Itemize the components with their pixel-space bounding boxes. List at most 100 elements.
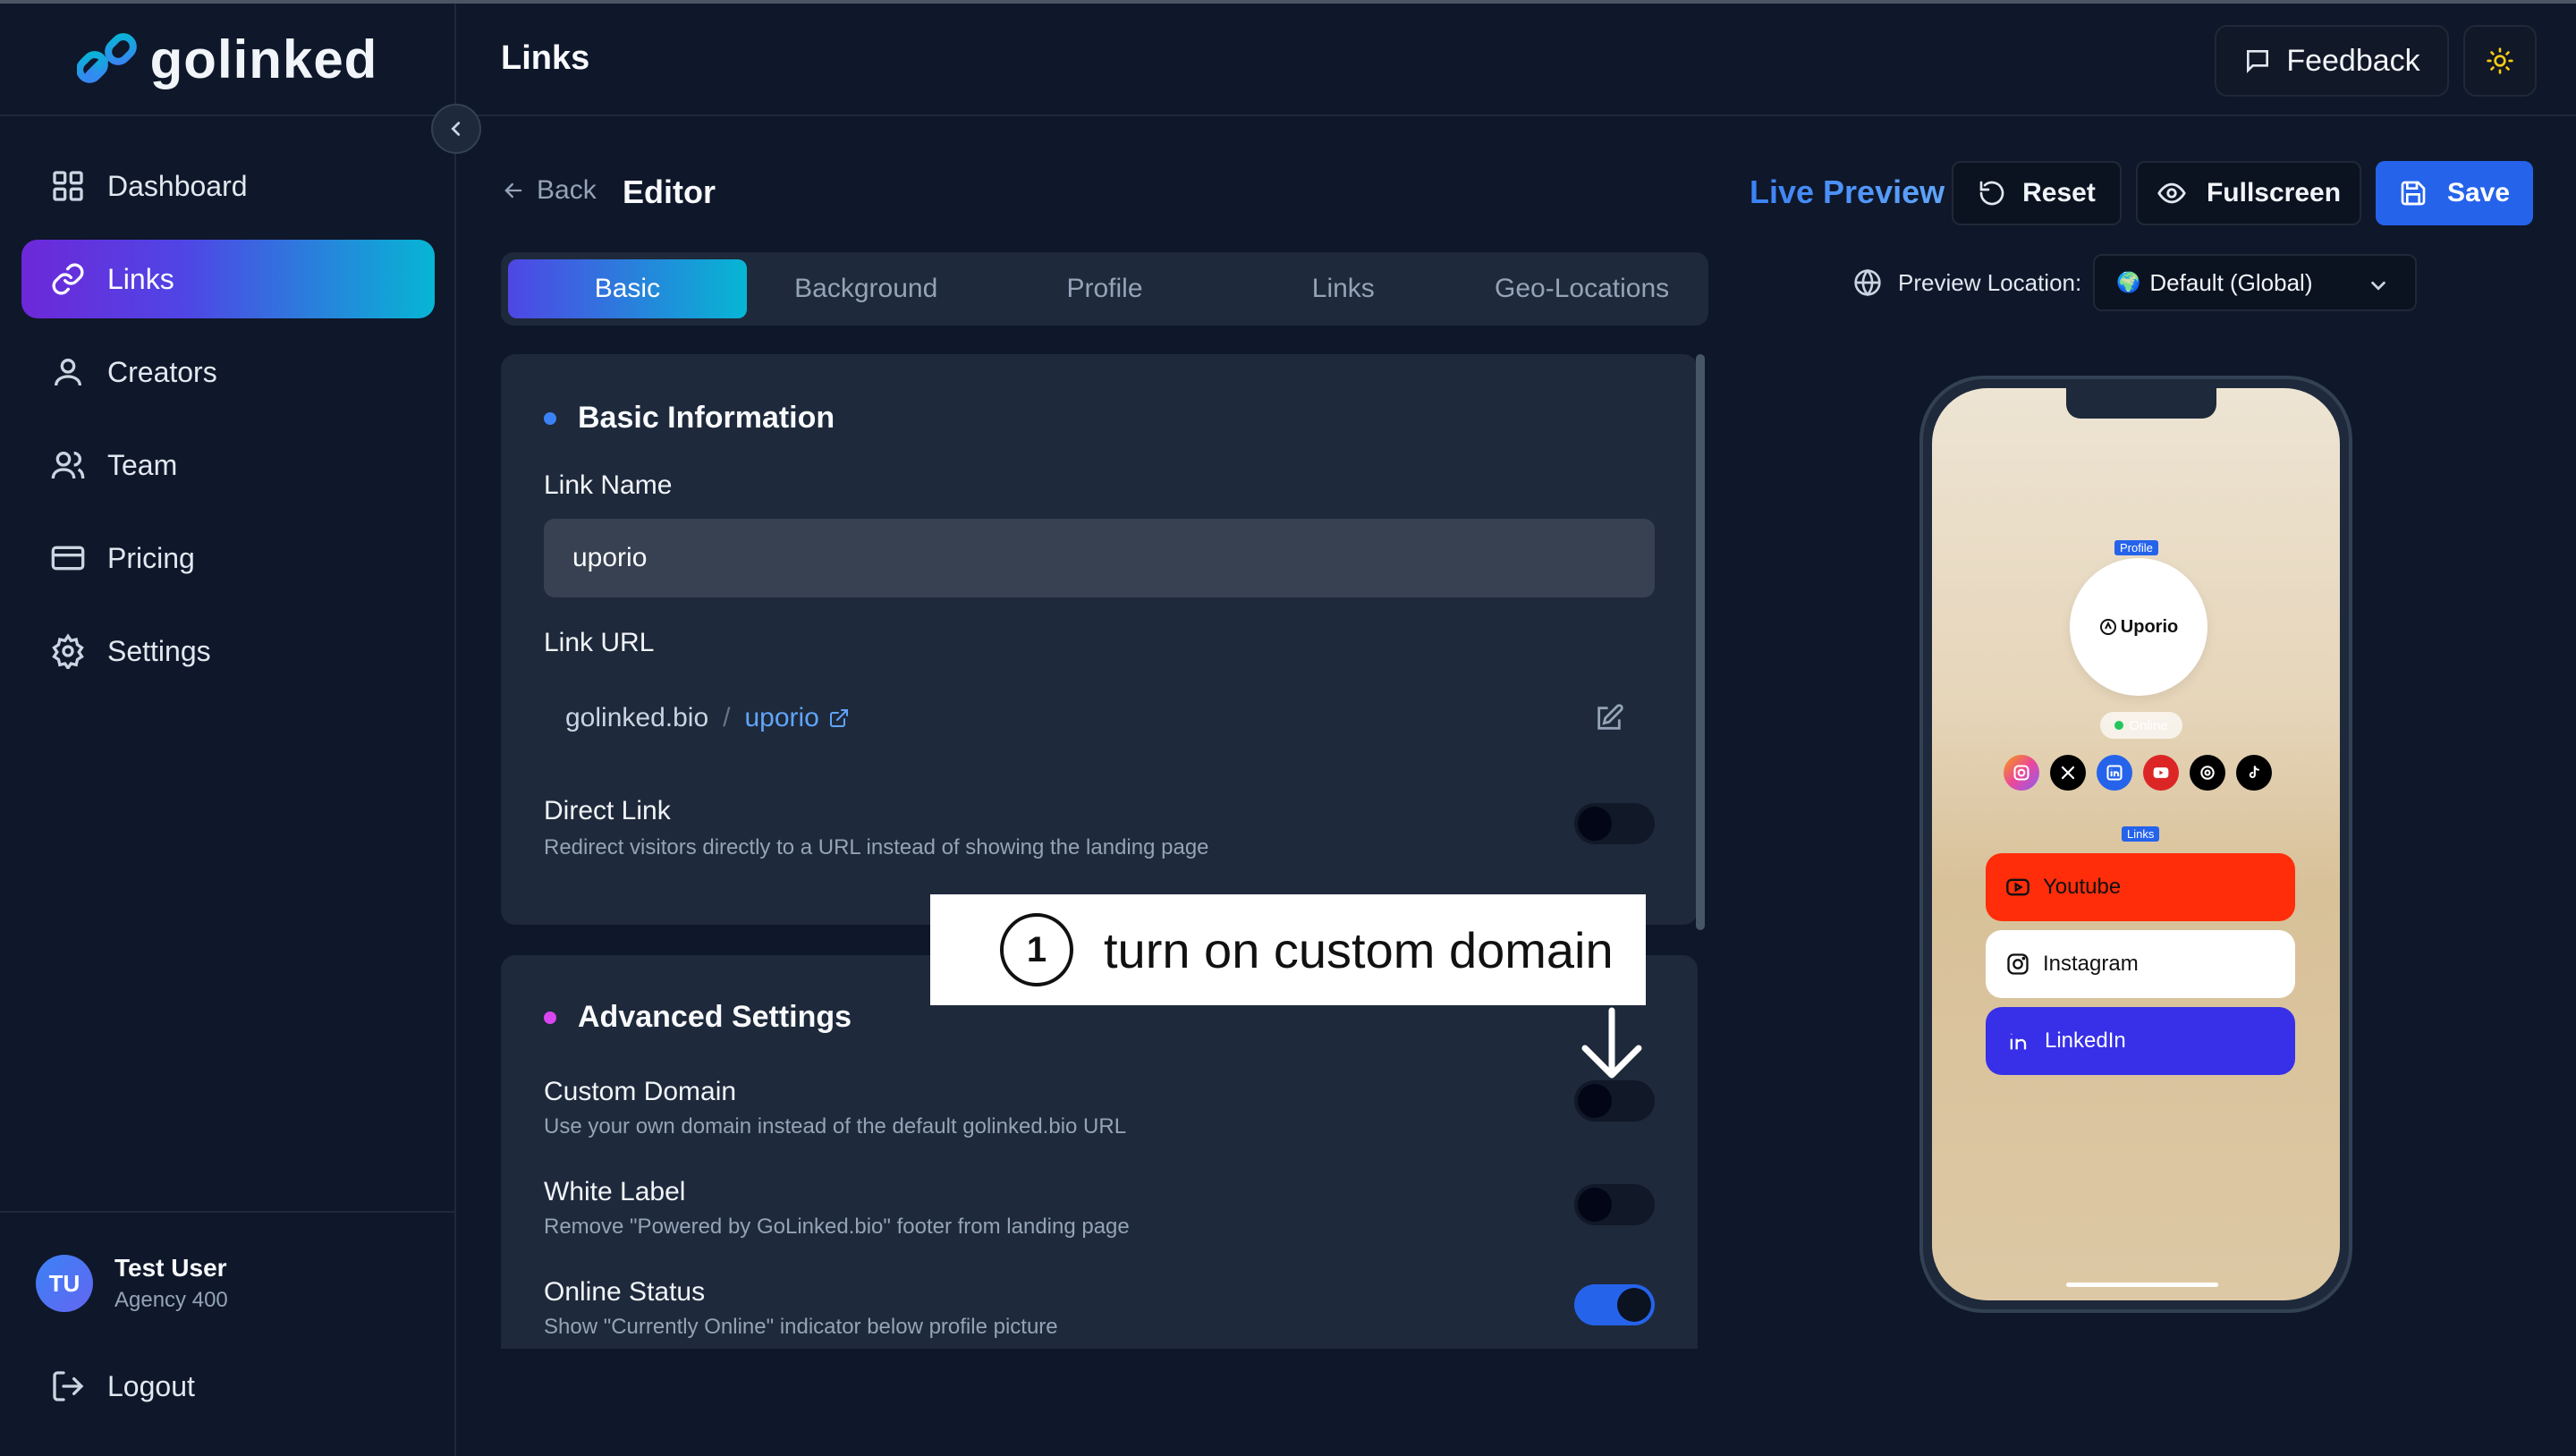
preview-link-label: LinkedIn [2045,1029,2126,1053]
edit-url-button[interactable] [1594,703,1624,738]
sidebar-item-pricing[interactable]: Pricing [21,519,435,597]
sidebar-item-creators[interactable]: Creators [21,333,435,411]
save-icon [2401,181,2426,206]
arrow-down-icon [1581,1007,1642,1079]
logout-icon [53,1371,84,1401]
external-link-icon [829,709,848,727]
preview-location-label-group: Preview Location: [1853,268,2081,297]
avatar: TU [36,1255,93,1312]
sidebar-item-team[interactable]: Team [21,426,435,504]
x-icon[interactable] [2050,755,2086,791]
brand-name: golinked [149,29,378,89]
direct-link-toggle[interactable] [1574,803,1655,844]
eye-icon [2157,182,2186,204]
basic-information-card: Basic Information Link Name Link URL gol… [501,354,1698,925]
preview-location-select[interactable]: 🌍 Default (Global) [2093,254,2417,311]
instagram-icon[interactable] [2004,755,2039,791]
preview-link-label: Instagram [2043,952,2139,976]
tab-geo-locations[interactable]: Geo-Locations [1462,259,1701,318]
feedback-label: Feedback [2286,43,2420,78]
linkedin-icon[interactable] [2097,755,2132,791]
preview-link-youtube[interactable]: Youtube [1986,853,2295,921]
sidebar-item-label: Settings [107,634,211,667]
online-status-pill: Online [2100,712,2182,739]
custom-domain-toggle[interactable] [1574,1080,1655,1122]
preview-profile-name: Uporio [2120,616,2179,637]
sidebar-collapse-button[interactable] [431,104,481,154]
online-text: Online [2129,717,2168,733]
sun-icon [2487,47,2513,74]
reset-label: Reset [2022,178,2096,207]
links-tag: Links [2122,826,2160,842]
brand-logo[interactable]: golinked [0,4,454,116]
user-profile[interactable]: TU Test User Agency 400 [0,1211,456,1354]
phone-preview: Profile Uporio Online Links Youtube Inst… [1919,376,2352,1313]
live-preview-label: Live Preview [1750,174,1945,210]
logout-button[interactable]: Logout [50,1368,195,1404]
sidebar-item-links[interactable]: Links [21,240,435,318]
preview-location-value: Default (Global) [2149,268,2313,296]
top-header: Links Feedback [456,4,2576,116]
edit-icon [1597,704,1623,730]
toggle-knob [1578,1084,1612,1118]
users-icon [51,452,85,479]
youtube-icon[interactable] [2143,755,2179,791]
uporio-logo-icon [2099,619,2116,635]
sidebar-nav: Dashboard Links Creators Team Pricing Se… [21,147,435,705]
sidebar-item-label: Links [107,262,174,295]
url-slug-link[interactable]: uporio [744,703,849,733]
tab-basic[interactable]: Basic [508,259,747,318]
online-status-toggle[interactable] [1574,1284,1655,1325]
sidebar-item-label: Team [107,448,178,481]
section-dot [544,1011,556,1024]
fullscreen-button[interactable]: Fullscreen [2136,161,2361,225]
user-icon [55,359,81,386]
callout-text: turn on custom domain [1104,921,1614,978]
preview-profile-avatar[interactable]: Uporio [2070,558,2207,696]
preview-link-instagram[interactable]: Instagram [1986,930,2295,998]
advanced-settings-card: Advanced Settings Custom Domain Use your… [501,955,1698,1349]
sidebar-item-settings[interactable]: Settings [21,612,435,690]
social-icons-row [2004,755,2272,791]
callout-step-number: 1 [1000,913,1073,986]
online-status-description: Show "Currently Online" indicator below … [544,1315,1058,1339]
credit-card-icon [51,546,85,571]
user-name: Test User [114,1254,227,1282]
tiktok-icon[interactable] [2236,755,2272,791]
sidebar-item-dashboard[interactable]: Dashboard [21,147,435,225]
online-dot [2114,721,2124,730]
page-title: Links [501,39,590,77]
editor-scrollbar[interactable] [1696,354,1705,930]
save-label: Save [2446,178,2511,207]
user-plan: Agency 400 [114,1288,228,1312]
section-title-basic: Basic Information [544,401,835,436]
link-name-label: Link Name [544,470,673,500]
toggle-knob [1578,807,1612,841]
toggle-knob [1617,1288,1651,1322]
tab-profile[interactable]: Profile [986,259,1224,318]
sidebar-item-label: Dashboard [107,169,248,202]
preview-link-label: Youtube [2043,875,2122,899]
tab-background[interactable]: Background [747,259,986,318]
chevron-down-icon [2371,281,2385,291]
feedback-button[interactable]: Feedback [2215,25,2449,97]
instagram-icon [2007,953,2029,975]
gear-icon [52,633,84,669]
theme-toggle-button[interactable] [2463,25,2537,97]
reset-button[interactable]: Reset [1952,161,2122,225]
white-label-toggle[interactable] [1574,1184,1655,1225]
back-button[interactable]: Back [501,175,597,206]
tab-links[interactable]: Links [1224,259,1462,318]
preview-link-linkedin[interactable]: LinkedIn [1986,1007,2295,1075]
custom-domain-description: Use your own domain instead of the defau… [544,1114,1127,1139]
phone-home-indicator [2066,1282,2218,1287]
url-domain: golinked.bio [565,703,709,732]
threads-icon[interactable] [2190,755,2225,791]
arrow-left-icon [504,182,522,199]
section-title-text: Basic Information [578,401,835,435]
direct-link-description: Redirect visitors directly to a URL inst… [544,835,1209,859]
link-name-input[interactable] [544,519,1655,597]
save-button[interactable]: Save [2376,161,2533,225]
message-square-icon [2247,50,2269,73]
toggle-knob [1578,1188,1612,1222]
